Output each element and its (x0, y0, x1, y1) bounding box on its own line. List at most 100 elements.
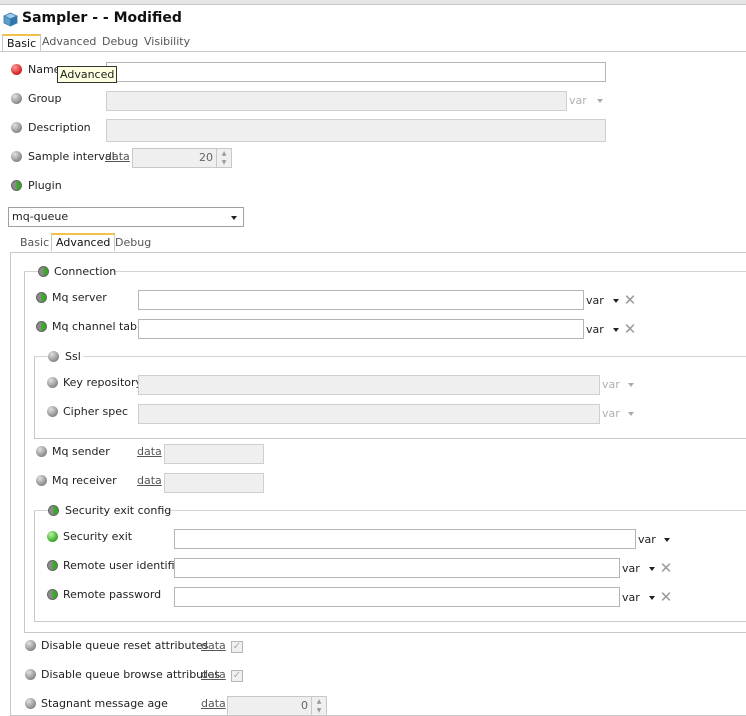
spinner-buttons[interactable]: ▲ ▼ (311, 697, 326, 715)
clear-x-icon[interactable]: ✕ (659, 561, 673, 576)
group-label: Group (28, 92, 62, 105)
gray-status-icon (25, 640, 36, 651)
ssl-title: Ssl (65, 350, 81, 363)
remote-password-label: Remote password (63, 588, 162, 601)
security-exit-config-line (34, 510, 48, 511)
chevron-down-icon[interactable] (664, 538, 670, 542)
stagnant-message-age-data-link[interactable]: data (201, 697, 226, 710)
mq-server-var-toggle[interactable]: var (586, 294, 604, 307)
gray-status-icon (25, 669, 36, 680)
disable-queue-browse-data-link[interactable]: data (201, 668, 226, 681)
window-title: Sampler - - Modified (22, 10, 182, 26)
connection-group-line (113, 271, 746, 272)
red-status-icon (11, 64, 22, 75)
mq-sender-label: Mq sender (52, 445, 110, 458)
group-input[interactable] (106, 91, 567, 111)
tab-visibility[interactable]: Visibility (140, 34, 194, 52)
remote-user-identifier-var-toggle[interactable]: var (622, 562, 640, 575)
security-exit-input[interactable] (174, 529, 636, 549)
stagnant-message-age-spinner[interactable]: 0 ▲ ▼ (227, 696, 327, 716)
name-input[interactable] (106, 62, 606, 82)
green-status-icon (47, 560, 58, 571)
mq-receiver-data-link[interactable]: data (137, 474, 162, 487)
ssl-group-line (34, 356, 48, 357)
chevron-down-icon[interactable] (649, 596, 655, 600)
plugin-select-value: mq-queue (12, 210, 69, 223)
mq-sender-data-link[interactable]: data (137, 445, 162, 458)
sample-interval-value: 20 (199, 151, 213, 164)
gray-status-icon (11, 151, 22, 162)
chevron-down-icon[interactable] (613, 328, 619, 332)
group-var-toggle[interactable]: var (569, 94, 587, 107)
spinner-buttons[interactable]: ▲ ▼ (216, 149, 231, 167)
tab-advanced[interactable]: Advanced (38, 34, 100, 52)
tab-divider (0, 51, 746, 52)
chevron-down-icon[interactable] (628, 383, 634, 387)
disable-queue-reset-label: Disable queue reset attributes (41, 639, 209, 652)
stagnant-message-age-label: Stagnant message age (41, 697, 168, 710)
window-top-strip (0, 0, 746, 5)
mq-receiver-input[interactable] (164, 473, 264, 493)
key-repository-input[interactable] (138, 375, 600, 395)
chevron-down-icon[interactable] (597, 99, 603, 103)
key-repository-var-toggle[interactable]: var (602, 378, 620, 391)
tab-basic[interactable]: Basic (2, 34, 42, 52)
green-status-icon (47, 589, 58, 600)
inner-tab-debug[interactable]: Debug (111, 235, 155, 253)
inner-tab-advanced[interactable]: Advanced (51, 233, 116, 251)
name-label: Name (28, 63, 61, 76)
gray-status-icon (11, 93, 22, 104)
green-status-icon (11, 180, 22, 191)
chevron-down-icon[interactable] (628, 412, 634, 416)
mq-server-label: Mq server (52, 291, 107, 304)
stagnant-message-age-value: 0 (301, 699, 308, 712)
mq-receiver-label: Mq receiver (52, 474, 117, 487)
ssl-group-line (83, 356, 746, 357)
chevron-down-icon[interactable] (613, 299, 619, 303)
green-status-icon (36, 321, 47, 332)
mq-channel-table-label: Mq channel table (52, 320, 147, 333)
green-status-icon (47, 531, 58, 542)
gray-status-icon (11, 122, 22, 133)
disable-queue-browse-checkbox[interactable]: ✓ (231, 670, 243, 682)
security-exit-var-toggle[interactable]: var (638, 533, 656, 546)
description-input[interactable] (106, 119, 606, 142)
ssl-group (34, 356, 746, 439)
remote-user-identifier-input[interactable] (174, 558, 620, 578)
cipher-spec-label: Cipher spec (63, 405, 129, 418)
mq-server-input[interactable] (138, 290, 584, 310)
description-label: Description (28, 121, 91, 134)
remote-password-var-toggle[interactable]: var (622, 591, 640, 604)
cipher-spec-input[interactable] (138, 404, 600, 424)
mq-channel-table-var-toggle[interactable]: var (586, 323, 604, 336)
chevron-down-icon[interactable] (649, 567, 655, 571)
remote-password-input[interactable] (174, 587, 620, 607)
sample-interval-data-link[interactable]: data (105, 150, 130, 163)
gray-status-icon (48, 351, 59, 362)
security-exit-label: Security exit (63, 530, 133, 543)
cipher-spec-var-toggle[interactable]: var (602, 407, 620, 420)
tab-debug[interactable]: Debug (98, 34, 142, 52)
gray-status-icon (47, 406, 58, 417)
cube-icon (3, 12, 18, 27)
mq-channel-table-input[interactable] (138, 319, 584, 339)
key-repository-label: Key repository (63, 376, 143, 389)
chevron-down-icon[interactable] (231, 216, 237, 220)
clear-x-icon[interactable]: ✕ (623, 293, 637, 308)
gray-status-icon (47, 377, 58, 388)
connection-group-line (24, 271, 38, 272)
tooltip: Advanced (57, 66, 118, 83)
connection-title: Connection (54, 265, 117, 278)
gray-status-icon (25, 698, 36, 709)
plugin-select[interactable]: mq-queue (8, 207, 244, 227)
plugin-label: Plugin (28, 179, 62, 192)
inner-tab-basic[interactable]: Basic (16, 235, 53, 253)
sample-interval-label: Sample interval (28, 150, 115, 163)
sample-interval-spinner[interactable]: 20 ▲ ▼ (132, 148, 232, 168)
disable-queue-reset-data-link[interactable]: data (201, 639, 226, 652)
clear-x-icon[interactable]: ✕ (623, 322, 637, 337)
mq-sender-input[interactable] (164, 444, 264, 464)
disable-queue-reset-checkbox[interactable]: ✓ (231, 641, 243, 653)
disable-queue-browse-label: Disable queue browse attributes (41, 668, 220, 681)
clear-x-icon[interactable]: ✕ (659, 590, 673, 605)
